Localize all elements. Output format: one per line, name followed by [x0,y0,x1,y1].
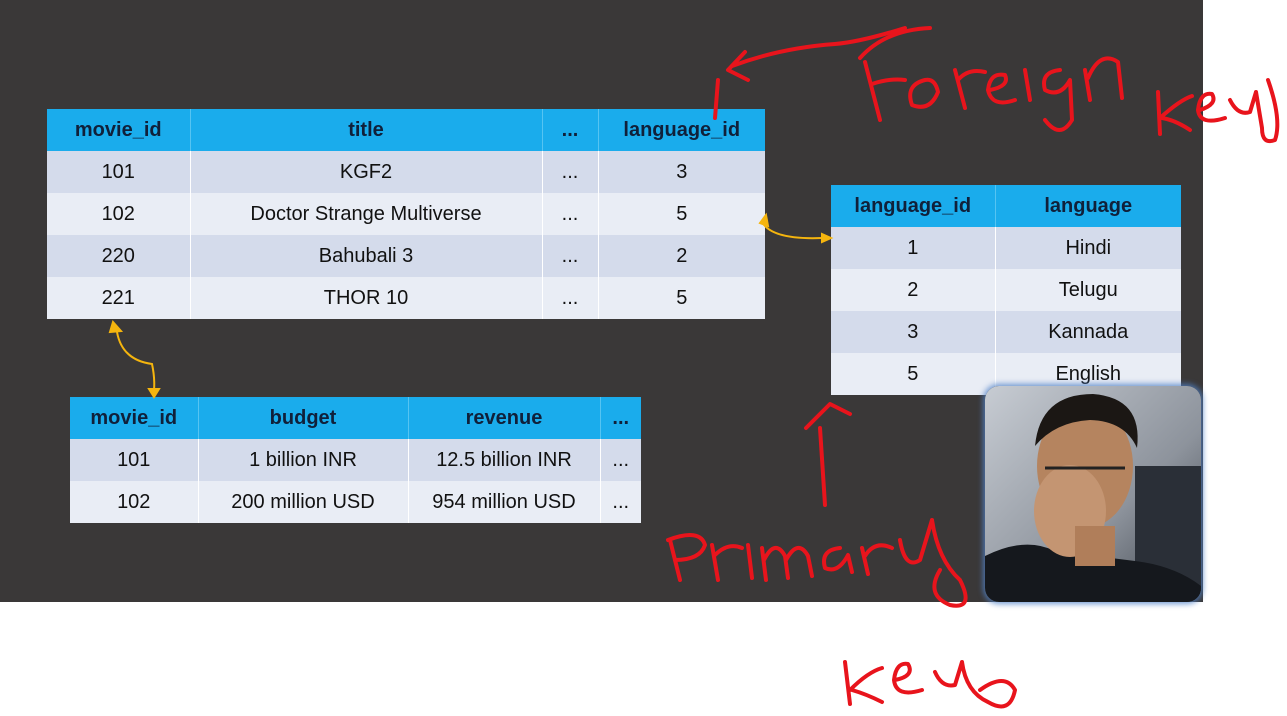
primary-key-annotation [666,402,1017,709]
annotation-layer [108,26,1280,709]
ink-arrow-to-language-table [818,426,827,507]
relation-arrow-movies-finance [108,319,161,399]
relation-arrow-movies-languages [758,212,834,244]
foreign-key-annotation [713,26,1280,144]
ink-arrow-to-language-id [730,26,907,68]
